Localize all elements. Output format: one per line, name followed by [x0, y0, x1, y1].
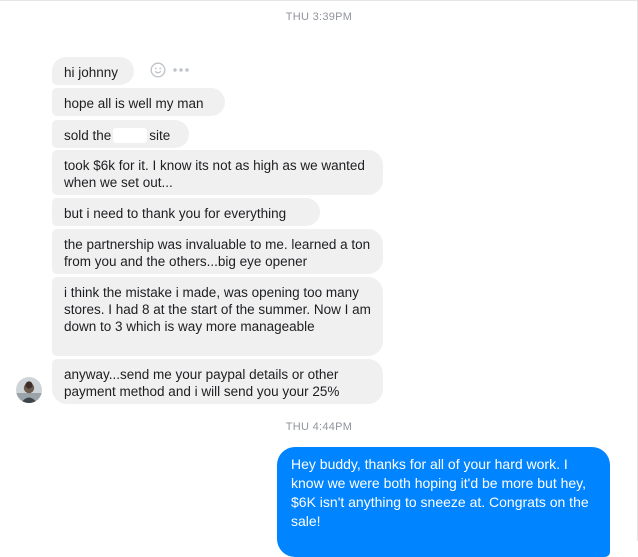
message-bubble[interactable]: i think the mistake i made, was opening … — [52, 277, 383, 356]
message-bubble[interactable]: but i need to thank you for everything — [52, 198, 320, 226]
message-text: took $6k for it. I know its not as high … — [64, 158, 365, 190]
message-actions — [150, 62, 190, 80]
message-text-before: sold the — [64, 128, 112, 143]
timestamp-thu-339: THU 3:39PM — [285, 11, 353, 23]
message-text-after: site — [149, 128, 171, 143]
top-divider — [0, 0, 638, 1]
message-bubble[interactable]: took $6k for it. I know its not as high … — [52, 150, 383, 195]
message-bubble[interactable]: anyway...send me your paypal details or … — [52, 359, 383, 404]
timestamp-thu-444: THU 4:44PM — [285, 421, 353, 433]
sent-message-text: Hey buddy, thanks for all of your hard w… — [291, 456, 589, 529]
redacted-block — [113, 128, 148, 143]
message-text: hope all is well my man — [64, 96, 204, 111]
message-bubble-redacted[interactable]: sold the site — [52, 120, 189, 148]
avatar[interactable] — [16, 377, 42, 403]
message-text: the partnership was invaluable to me. le… — [64, 237, 371, 269]
message-text: hi johnny — [64, 65, 119, 80]
message-bubble[interactable]: the partnership was invaluable to me. le… — [52, 229, 383, 274]
message-text: anyway...send me your paypal details or … — [64, 367, 340, 399]
more-dots-icon[interactable] — [172, 62, 190, 81]
message-text: but i need to thank you for everything — [64, 206, 287, 221]
message-text: i think the mistake i made, was opening … — [64, 285, 371, 334]
message-bubble[interactable]: hope all is well my man — [52, 88, 225, 116]
smiley-icon[interactable] — [150, 62, 166, 81]
message-bubble[interactable]: hi johnny — [52, 57, 134, 85]
